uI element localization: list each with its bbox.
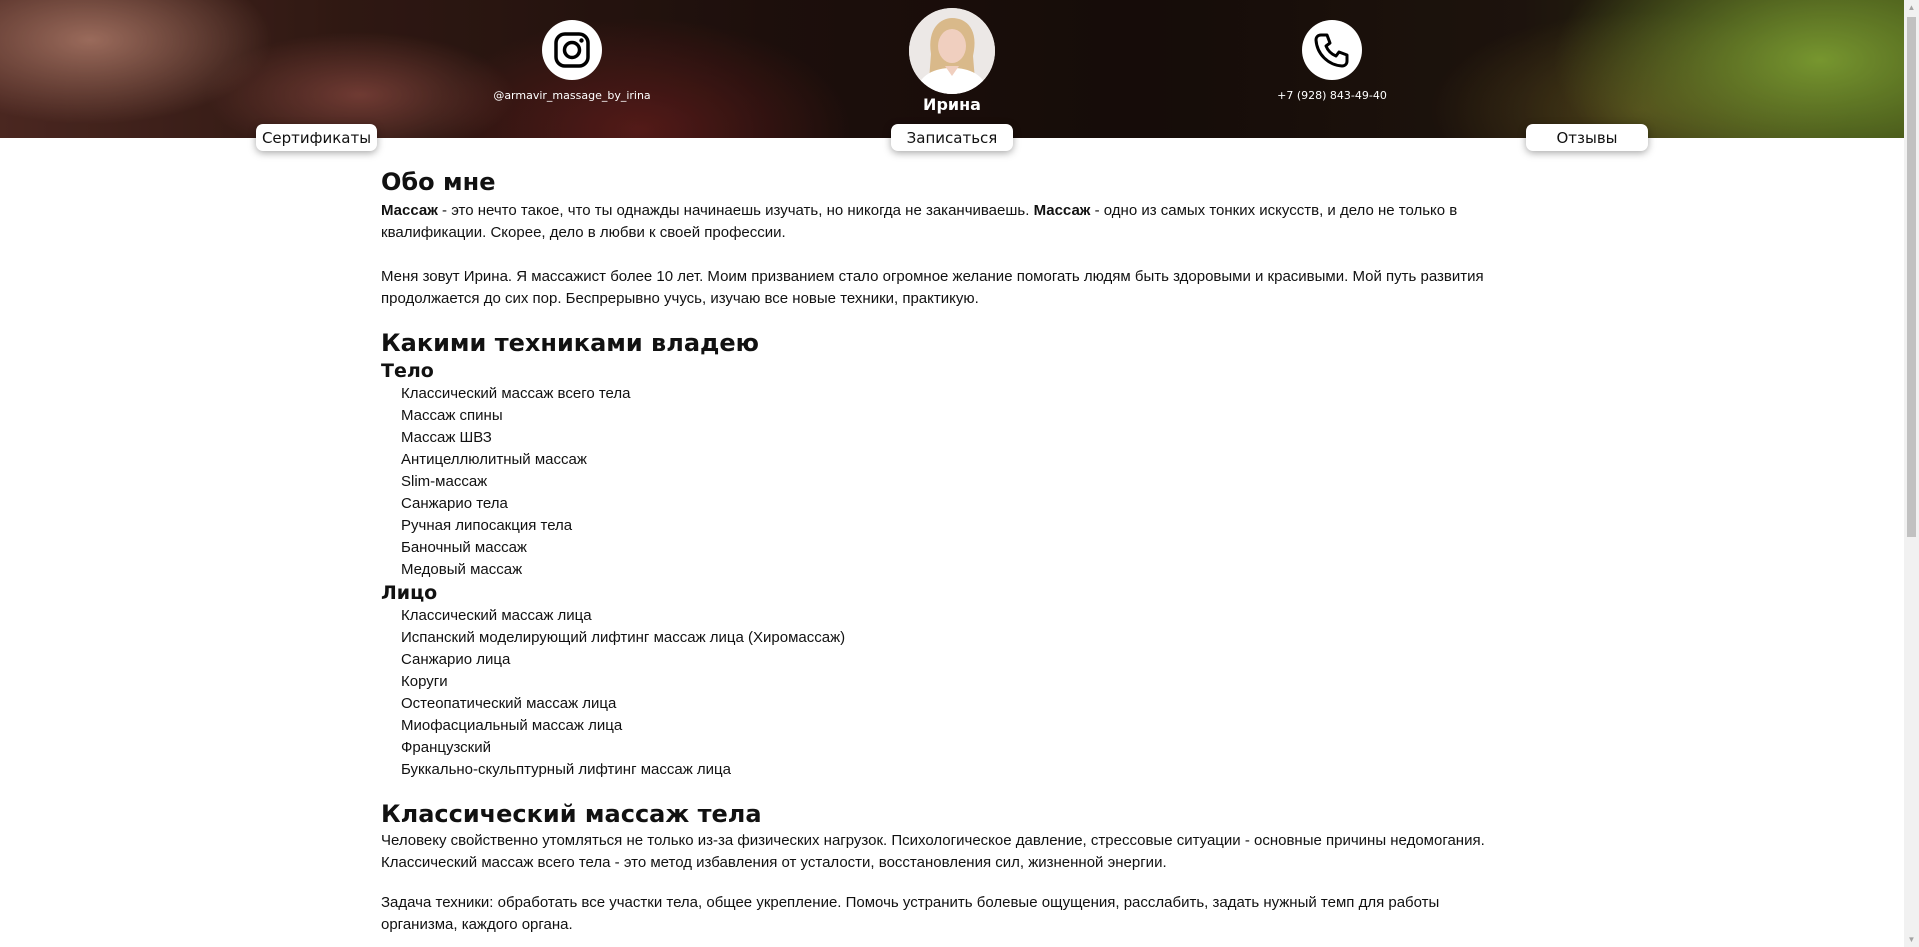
list-item: Испанский моделирующий лифтинг массаж ли…	[401, 629, 846, 646]
scroll-down-icon[interactable]: ▼	[1904, 932, 1919, 947]
scroll-up-icon[interactable]: ▲	[1904, 0, 1919, 15]
avatar	[909, 8, 995, 94]
page-scrollbar[interactable]: ▲ ▼	[1904, 0, 1919, 947]
signup-button[interactable]: Записаться	[891, 124, 1013, 151]
face-techniques-list: Классический массаж лица Испанский модел…	[381, 605, 1501, 781]
instagram-icon	[554, 32, 590, 68]
list-item: Миофасциальный массаж лица	[401, 717, 623, 734]
techniques-title: Какими техниками владею	[381, 329, 759, 357]
list-item: Баночный массаж	[401, 539, 527, 556]
about-text-1: - это нечто такое, что ты однажды начина…	[437, 202, 1034, 219]
classic-massage-title: Классический массаж тела	[381, 800, 762, 828]
avatar-portrait	[909, 8, 995, 94]
about-title: Обо мне	[381, 168, 496, 196]
about-paragraph-1: Массаж - это нечто такое, что ты однажды…	[381, 200, 1501, 244]
list-item: Slim-массаж	[401, 473, 488, 490]
list-item: Французский	[401, 739, 491, 756]
classic-paragraph-1: Человеку свойственно утомляться не тольк…	[381, 832, 1485, 871]
phone-link[interactable]	[1302, 20, 1362, 80]
list-item: Ручная липосакция тела	[401, 517, 573, 534]
list-item: Санжарио тела	[401, 495, 508, 512]
body-techniques-title: Тело	[381, 360, 434, 382]
instagram-link[interactable]	[542, 20, 602, 80]
list-item: Антицеллюлитный массаж	[401, 451, 587, 468]
certificates-button[interactable]: Сертификаты	[256, 124, 377, 151]
about-bold-1: Массаж	[381, 202, 438, 219]
scrollbar-thumb[interactable]	[1907, 17, 1916, 537]
about-paragraph-2: Меня зовут Ирина. Я массажист более 10 л…	[381, 268, 1484, 307]
body-techniques-list: Классический массаж всего тела Массаж сп…	[381, 383, 1501, 581]
list-item: Санжарио лица	[401, 651, 511, 668]
list-item: Остеопатический массаж лица	[401, 695, 617, 712]
phone-icon	[1314, 33, 1349, 68]
face-techniques-title: Лицо	[381, 582, 438, 604]
list-item: Медовый массаж	[401, 561, 523, 578]
list-item: Массаж спины	[401, 407, 503, 424]
classic-paragraph-2: Задача техники: обработать все участки т…	[381, 894, 1440, 933]
master-name: Ирина	[923, 95, 981, 114]
list-item: Классический массаж лица	[401, 607, 592, 624]
phone-number[interactable]: +7 (928) 843-49-40	[1232, 89, 1432, 102]
main-content: Обо мне Массаж - это нечто такое, что ты…	[381, 166, 1501, 936]
list-item: Классический массаж всего тела	[401, 385, 631, 402]
list-item: Буккально-скульптурный лифтинг массаж ли…	[401, 761, 731, 778]
reviews-button[interactable]: Отзывы	[1526, 124, 1648, 151]
instagram-handle[interactable]: @armavir_massage_by_irina	[472, 89, 672, 102]
list-item: Массаж ШВЗ	[401, 429, 492, 446]
about-bold-2: Массаж	[1033, 202, 1091, 219]
list-item: Коруги	[401, 673, 448, 690]
